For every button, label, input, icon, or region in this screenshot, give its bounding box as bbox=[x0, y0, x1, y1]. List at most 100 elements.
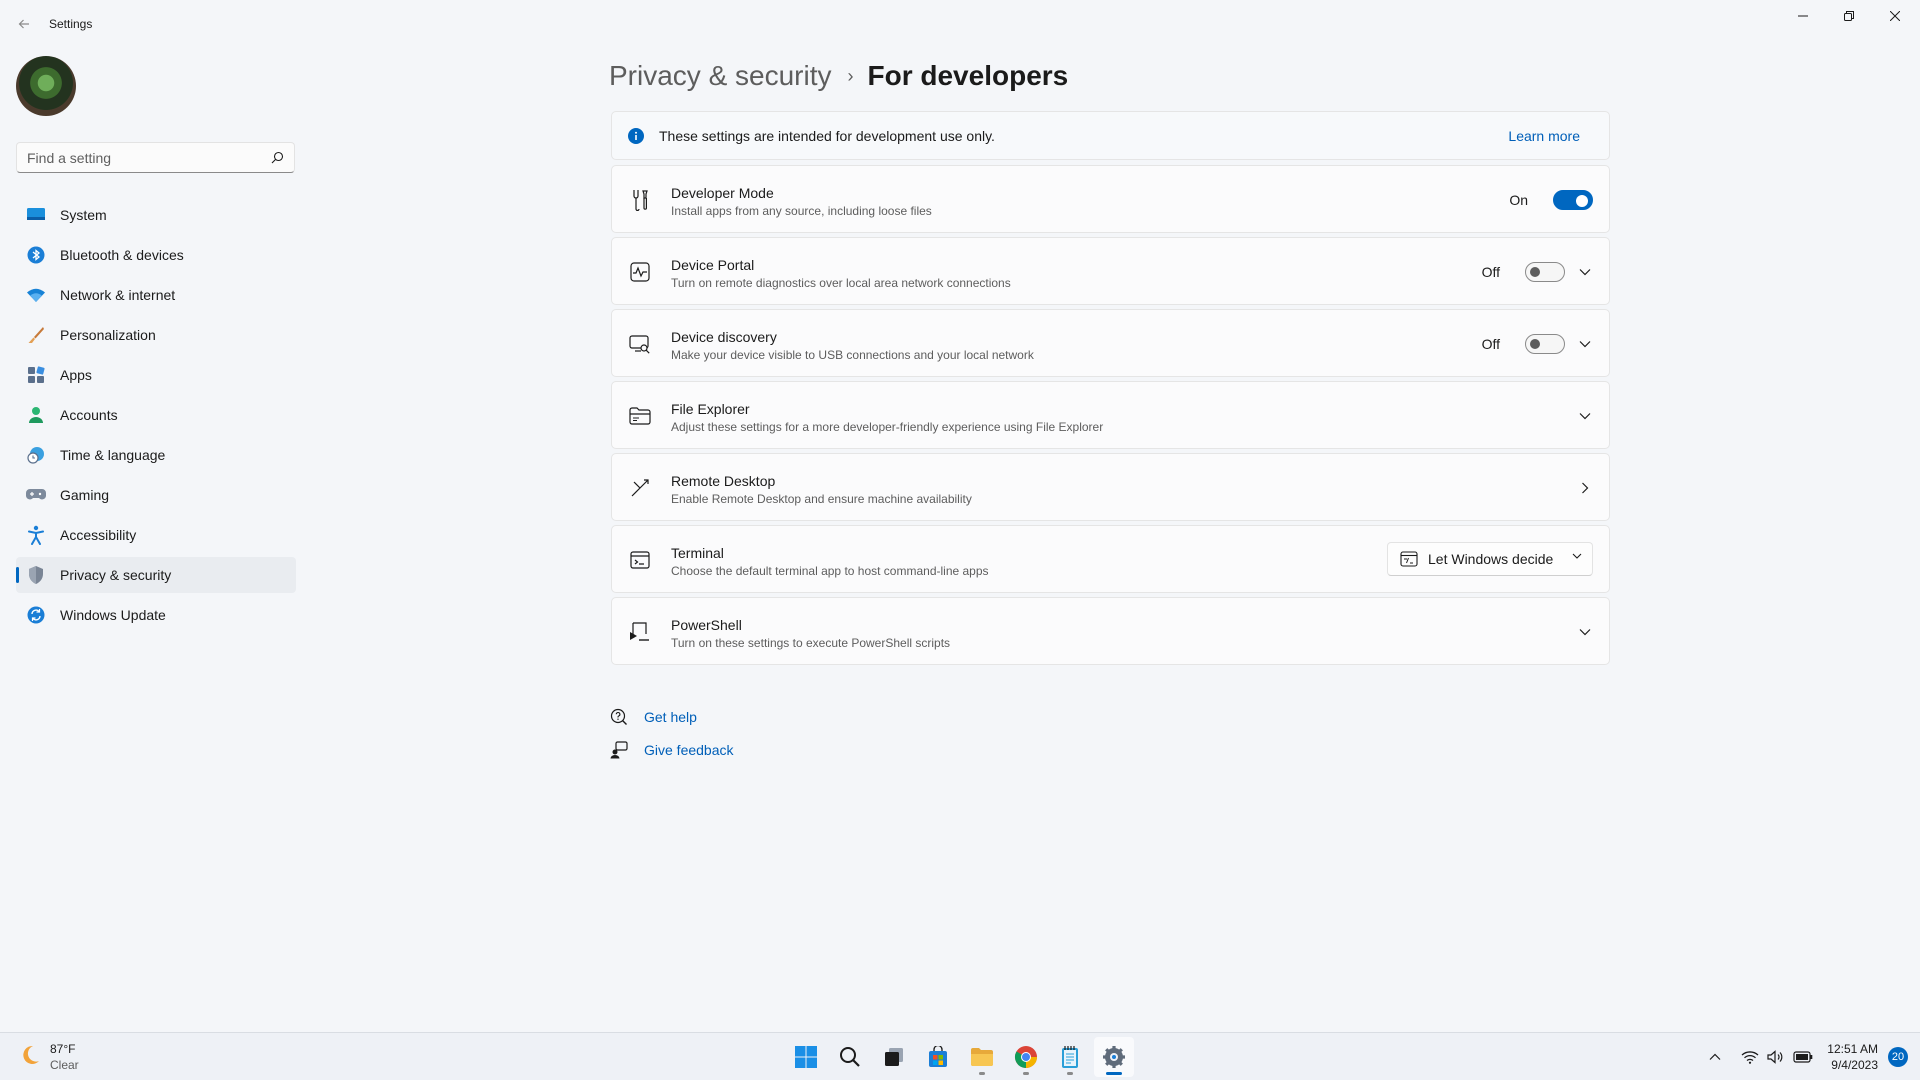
chevron-right-icon[interactable] bbox=[1577, 480, 1593, 496]
file-explorer-setting[interactable]: File Explorer Adjust these settings for … bbox=[611, 381, 1610, 449]
user-avatar[interactable] bbox=[16, 56, 76, 116]
restore-button[interactable] bbox=[1826, 0, 1872, 32]
chrome-app[interactable] bbox=[1006, 1037, 1046, 1077]
toggle-state-label: On bbox=[1509, 192, 1528, 208]
remote-desktop-setting[interactable]: Remote Desktop Enable Remote Desktop and… bbox=[611, 453, 1610, 521]
toggle-state-label: Off bbox=[1481, 336, 1500, 352]
breadcrumb-parent[interactable]: Privacy & security bbox=[609, 60, 832, 92]
sidebar-item-label: Apps bbox=[60, 367, 92, 383]
dropdown-selected-value: Let Windows decide bbox=[1428, 551, 1554, 567]
close-icon bbox=[1890, 11, 1900, 21]
setting-description: Install apps from any source, including … bbox=[671, 204, 932, 218]
notification-badge[interactable]: 20 bbox=[1888, 1047, 1908, 1067]
taskbar: 87°F Clear 12:51 AM 9/4/2023 20 bbox=[0, 1032, 1920, 1080]
clock[interactable]: 12:51 AM 9/4/2023 bbox=[1827, 1041, 1878, 1073]
setting-title: PowerShell bbox=[671, 617, 742, 633]
notepad-icon bbox=[1062, 1046, 1078, 1068]
running-indicator bbox=[1023, 1072, 1029, 1075]
remote-desktop-icon bbox=[628, 476, 652, 500]
sidebar-item-bluetooth[interactable]: Bluetooth & devices bbox=[16, 237, 296, 273]
sidebar-item-apps[interactable]: Apps bbox=[16, 357, 296, 393]
setting-title: Developer Mode bbox=[671, 185, 774, 201]
sidebar-item-label: Gaming bbox=[60, 487, 110, 503]
sidebar-item-label: Windows Update bbox=[60, 607, 166, 623]
device-portal-toggle[interactable] bbox=[1525, 262, 1565, 282]
chevron-down-icon[interactable] bbox=[1577, 408, 1593, 424]
chevron-down-icon bbox=[1572, 553, 1582, 560]
search-box[interactable] bbox=[16, 142, 295, 173]
chevron-down-icon[interactable] bbox=[1577, 336, 1593, 352]
sidebar-item-system[interactable]: System bbox=[16, 197, 296, 233]
help-chat-icon bbox=[609, 708, 629, 726]
terminal-app-dropdown[interactable]: Let Windows decide bbox=[1387, 542, 1593, 576]
running-indicator bbox=[1067, 1072, 1073, 1075]
help-links: Get help Give feedback bbox=[609, 700, 734, 766]
search-input[interactable] bbox=[17, 143, 257, 172]
settings-app[interactable] bbox=[1094, 1037, 1134, 1077]
get-help-link[interactable]: Get help bbox=[609, 700, 734, 733]
sidebar-item-personalization[interactable]: Personalization bbox=[16, 317, 296, 353]
task-view-icon bbox=[885, 1048, 903, 1066]
powershell-setting[interactable]: PowerShell Turn on these settings to exe… bbox=[611, 597, 1610, 665]
page-title: For developers bbox=[867, 60, 1069, 91]
setting-description: Turn on these settings to execute PowerS… bbox=[671, 636, 951, 650]
task-view-button[interactable] bbox=[874, 1037, 914, 1077]
sidebar-item-label: Personalization bbox=[60, 327, 156, 343]
developer-tools-icon bbox=[628, 188, 652, 212]
gear-icon bbox=[1103, 1046, 1125, 1068]
file-explorer-app[interactable] bbox=[962, 1037, 1002, 1077]
running-indicator bbox=[1106, 1072, 1122, 1075]
sidebar-item-time-language[interactable]: Time & language bbox=[16, 437, 296, 473]
quick-settings-button[interactable] bbox=[1741, 1050, 1813, 1064]
sidebar-item-network[interactable]: Network & internet bbox=[16, 277, 296, 313]
notepad-app[interactable] bbox=[1050, 1037, 1090, 1077]
breadcrumb-separator: › bbox=[847, 65, 854, 86]
search-icon bbox=[840, 1047, 860, 1067]
store-icon bbox=[929, 1046, 947, 1067]
chrome-icon bbox=[1015, 1046, 1037, 1068]
monitor-icon bbox=[26, 205, 46, 225]
pulse-icon bbox=[628, 260, 652, 284]
back-button[interactable] bbox=[12, 12, 36, 36]
weather-condition: Clear bbox=[50, 1058, 79, 1072]
battery-icon bbox=[1793, 1051, 1813, 1063]
weather-widget[interactable]: 87°F Clear bbox=[18, 1041, 79, 1073]
minimize-button[interactable] bbox=[1780, 0, 1826, 32]
sidebar-item-gaming[interactable]: Gaming bbox=[16, 477, 296, 513]
shield-icon bbox=[26, 565, 46, 585]
sidebar-item-label: Bluetooth & devices bbox=[60, 247, 184, 263]
info-banner: These settings are intended for developm… bbox=[611, 111, 1610, 160]
sidebar-nav: System Bluetooth & devices Network & int… bbox=[16, 197, 296, 637]
gamepad-icon bbox=[26, 485, 46, 505]
give-feedback-link[interactable]: Give feedback bbox=[609, 733, 734, 766]
sidebar-item-accessibility[interactable]: Accessibility bbox=[16, 517, 296, 553]
close-button[interactable] bbox=[1872, 0, 1918, 32]
sidebar-item-privacy-security[interactable]: Privacy & security bbox=[16, 557, 296, 593]
developer-mode-toggle[interactable] bbox=[1553, 190, 1593, 210]
device-discovery-setting[interactable]: Device discovery Make your device visibl… bbox=[611, 309, 1610, 377]
info-text: These settings are intended for developm… bbox=[659, 128, 995, 144]
search-icon[interactable] bbox=[271, 151, 284, 169]
sidebar-item-accounts[interactable]: Accounts bbox=[16, 397, 296, 433]
app-title: Settings bbox=[49, 17, 93, 31]
show-hidden-icons-button[interactable] bbox=[1709, 1053, 1721, 1061]
chevron-down-icon[interactable] bbox=[1577, 264, 1593, 280]
terminal-icon bbox=[628, 548, 652, 572]
device-portal-setting[interactable]: Device Portal Turn on remote diagnostics… bbox=[611, 237, 1610, 305]
device-discovery-toggle[interactable] bbox=[1525, 334, 1565, 354]
breadcrumb: Privacy & security › For developers bbox=[609, 54, 1068, 98]
volume-icon bbox=[1767, 1050, 1783, 1064]
start-button[interactable] bbox=[786, 1037, 826, 1077]
chevron-down-icon[interactable] bbox=[1577, 624, 1593, 640]
bluetooth-icon bbox=[26, 245, 46, 265]
store-app[interactable] bbox=[918, 1037, 958, 1077]
sidebar-item-windows-update[interactable]: Windows Update bbox=[16, 597, 296, 633]
terminal-setting: Terminal Choose the default terminal app… bbox=[611, 525, 1610, 593]
taskbar-search-button[interactable] bbox=[830, 1037, 870, 1077]
sidebar-item-label: Accounts bbox=[60, 407, 118, 423]
toggle-state-label: Off bbox=[1481, 264, 1500, 280]
running-indicator bbox=[979, 1072, 985, 1075]
back-arrow-icon bbox=[18, 19, 29, 29]
update-icon bbox=[26, 605, 46, 625]
learn-more-link[interactable]: Learn more bbox=[1508, 128, 1580, 144]
